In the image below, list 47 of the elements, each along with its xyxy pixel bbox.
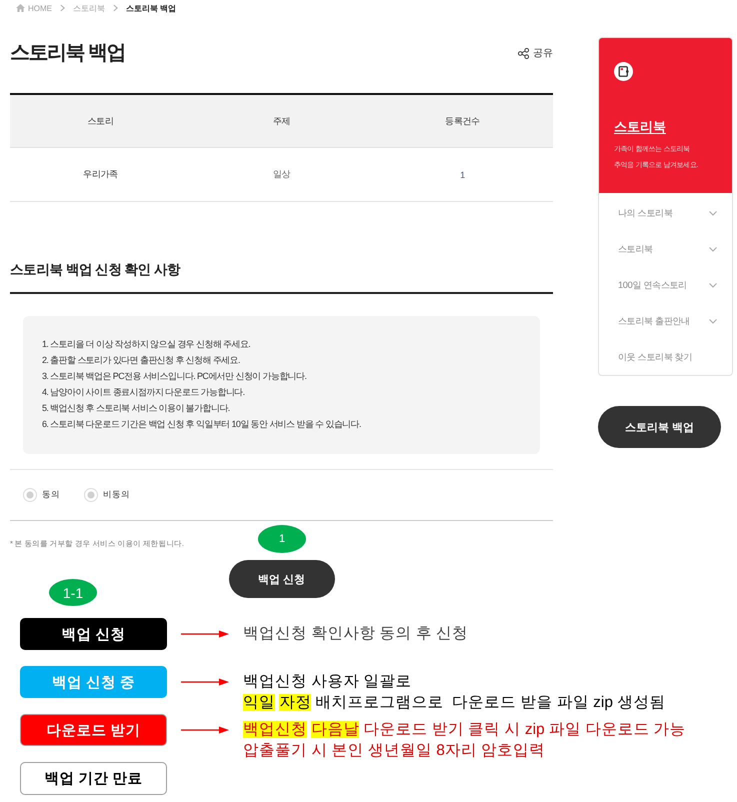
- chevron-right-icon: [60, 4, 65, 12]
- column-header: 주제: [272, 114, 290, 128]
- page-title: 스토리북 백업: [10, 41, 126, 66]
- state-description: 익일 자정 배치프로그램으로 다운로드 받을 파일 zip 생성됨: [243, 693, 666, 713]
- section-heading: 스토리북 백업 신청 확인 사항: [10, 261, 182, 279]
- notice-item: 2. 출판할 스토리가 있다면 출판신청 후 신청해 주세요.: [42, 354, 241, 367]
- consent-radio[interactable]: 비동의: [84, 488, 130, 502]
- table-cell: 우리가족: [83, 168, 118, 181]
- in-progress-button[interactable]: 백업 신청 중: [20, 666, 167, 698]
- notice-item: 6. 스토리북 다운로드 기간은 백업 신청 후 익일부터 10일 동안 서비스 받을 수 있습니다.: [42, 418, 362, 431]
- sidebar-menu-item[interactable]: 스토리북: [599, 231, 732, 267]
- apply-button[interactable]: 백업 신청: [20, 618, 167, 650]
- backup-apply-button[interactable]: 백업 신청: [228, 560, 334, 598]
- share-icon: [518, 48, 529, 58]
- state-description: 백업신청 확인사항 동의 후 신청: [243, 624, 468, 644]
- expired-button[interactable]: 백업 기간 만료: [20, 762, 167, 795]
- notebook-icon: [614, 62, 633, 81]
- breadcrumb-current: 스토리북 백업: [126, 2, 176, 14]
- notice-item: 4. 남양아이 사이트 종료시점까지 다운로드 가능합니다.: [42, 386, 246, 399]
- arrow-icon: [181, 725, 229, 735]
- column-header: 등록건수: [445, 114, 480, 128]
- column-header: 스토리: [87, 114, 114, 128]
- storybook-backup-button[interactable]: 스토리북 백업: [598, 406, 721, 448]
- download-button[interactable]: 다운로드 받기: [20, 714, 167, 746]
- notice-item: 3. 스토리북 백업은 PC전용 서비스입니다. PC에서만 신청이 가능합니다.: [42, 370, 308, 383]
- sidebar-menu-item[interactable]: 100일 연속스토리: [599, 267, 732, 303]
- consent-radio[interactable]: 동의: [23, 488, 60, 502]
- sidebar-title: 스토리북: [614, 118, 666, 136]
- notice-item: 1. 스토리을 더 이상 작성하지 않으실 경우 신청해 주세요.: [42, 338, 252, 351]
- arrow-icon: [181, 677, 229, 687]
- state-description: 백업신청 다음날 다운로드 받기 클릭 시 zip 파일 다운로드 가능: [243, 720, 686, 740]
- sidebar-menu-item[interactable]: 스토리북 출판안내: [599, 303, 732, 339]
- notice-item: 5. 백업신청 후 스토리북 서비스 이용이 불가합니다.: [42, 402, 231, 415]
- state-description: 압출풀기 시 본인 생년월일 8자리 암호입력: [243, 741, 546, 761]
- table-cell: 일상: [272, 168, 290, 181]
- breadcrumb-link[interactable]: 스토리북: [73, 2, 105, 14]
- table-cell: 1: [460, 170, 465, 180]
- arrow-icon: [181, 629, 229, 639]
- sidebar-menu-item[interactable]: 나의 스토리북: [599, 195, 732, 231]
- home-icon: [16, 4, 25, 12]
- share-button[interactable]: 공유: [518, 46, 553, 60]
- step-badge: 1: [258, 525, 306, 553]
- sidebar-menu-item[interactable]: 이웃 스토리북 찾기: [599, 339, 732, 375]
- home-link[interactable]: HOME: [16, 4, 52, 12]
- state-description: 백업신청 사용자 일괄로: [243, 672, 413, 692]
- step-badge: 1-1: [49, 579, 97, 606]
- chevron-right-icon: [113, 4, 118, 12]
